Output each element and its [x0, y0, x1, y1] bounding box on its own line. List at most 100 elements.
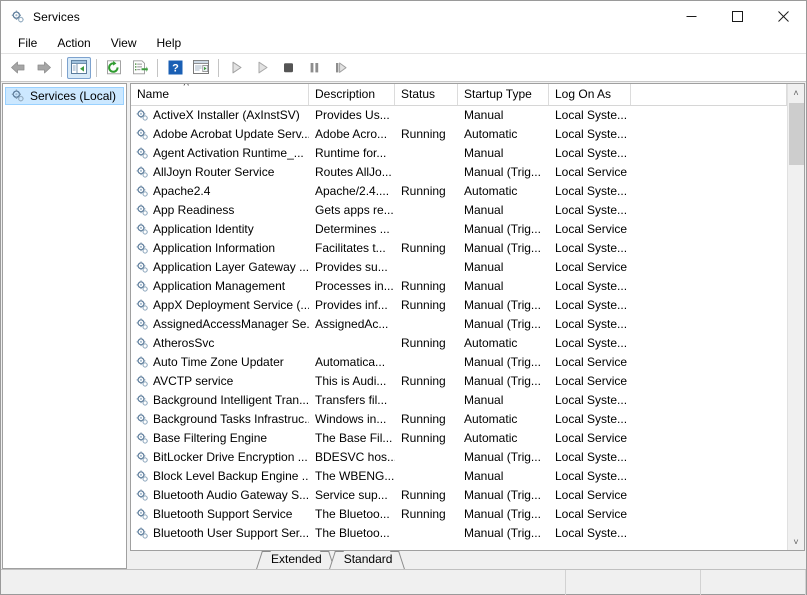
service-name-label: Bluetooth Audio Gateway S...	[153, 488, 309, 502]
services-list: Name ˄ Description Status Startup Type L…	[130, 83, 805, 551]
toolbar: ?	[1, 54, 806, 82]
refresh-button[interactable]	[102, 57, 126, 79]
service-gear-icon	[135, 450, 150, 465]
cell-startup-type: Automatic	[464, 412, 518, 426]
view-tabs: Extended Standard	[256, 551, 804, 569]
table-row[interactable]: Auto Time Zone Updater Automatica... Manua…	[131, 353, 787, 372]
table-row[interactable]: Bluetooth Support Service The Bluetoo... R…	[131, 505, 787, 524]
cell-log-on-as: Local Service	[555, 488, 628, 502]
cell-status: Running	[401, 374, 446, 388]
service-gear-icon	[135, 488, 150, 503]
table-row[interactable]: Application Identity Determines ... Manual…	[131, 220, 787, 239]
table-row[interactable]: Application Information Facilitates t... R…	[131, 239, 787, 258]
column-header-log-on-as[interactable]: Log On As	[549, 84, 631, 105]
cell-description: The Base Fil...	[315, 431, 393, 445]
scroll-down-arrow-icon[interactable]: ˅	[788, 533, 805, 550]
table-row[interactable]: Background Tasks Infrastruc... Windows in…	[131, 410, 787, 429]
table-row[interactable]: Application Layer Gateway ... Provides su…	[131, 258, 787, 277]
cell-name: Apache2.4	[131, 182, 309, 201]
resume-service-button[interactable]	[328, 57, 352, 79]
vertical-scrollbar[interactable]: ˄ ˅	[787, 84, 804, 550]
properties-button[interactable]	[189, 57, 213, 79]
cell-name: Application Identity	[131, 220, 309, 239]
cell-startup-type: Manual (Trig...	[464, 450, 541, 464]
tab-extended[interactable]: Extended	[256, 551, 335, 569]
table-row[interactable]: AssignedAccessManager Se... AssignedAc...…	[131, 315, 787, 334]
cell-log-on-as: Local Syste...	[555, 317, 628, 331]
cell-description: BDESVC hos...	[315, 450, 395, 464]
table-row[interactable]: Block Level Backup Engine ... The WBENG..…	[131, 467, 787, 486]
table-row[interactable]: App Readiness Gets apps re... Manual Local …	[131, 201, 787, 220]
scrollbar-thumb[interactable]	[788, 103, 804, 165]
tab-standard[interactable]: Standard	[328, 551, 406, 569]
table-row[interactable]: Background Intelligent Tran... Transfers …	[131, 391, 787, 410]
pause-service-button[interactable]	[302, 57, 326, 79]
table-row[interactable]: Apache2.4 Apache/2.4.... Running Automatic L…	[131, 182, 787, 201]
cell-startup-type: Manual (Trig...	[464, 298, 541, 312]
menu-bar: File Action View Help	[1, 32, 806, 54]
table-row[interactable]: ActiveX Installer (AxInstSV) Provides Us.…	[131, 106, 787, 125]
console-tree: Services (Local)	[2, 83, 127, 569]
restart-service-button[interactable]	[250, 57, 274, 79]
table-row[interactable]: AllJoyn Router Service Routes AllJo... Man…	[131, 163, 787, 182]
back-button[interactable]	[6, 57, 30, 79]
cell-description: The WBENG...	[315, 469, 395, 483]
table-row[interactable]: Agent Activation Runtime_... Runtime for.…	[131, 144, 787, 163]
column-header-startup-type[interactable]: Startup Type	[458, 84, 549, 105]
close-button[interactable]	[760, 1, 806, 32]
cell-log-on-as: Local Syste...	[555, 108, 628, 122]
sidebar-item-services-local[interactable]: Services (Local)	[5, 87, 124, 105]
table-row[interactable]: BitLocker Drive Encryption ... BDESVC hos…	[131, 448, 787, 467]
toolbar-separator	[61, 58, 62, 77]
table-row[interactable]: AVCTP service This is Audi... Running Manua…	[131, 372, 787, 391]
table-row[interactable]: Adobe Acrobat Update Serv... Adobe Acro..…	[131, 125, 787, 144]
svg-text:?: ?	[172, 63, 179, 75]
maximize-button[interactable]	[714, 1, 760, 32]
show-console-tree-button[interactable]	[67, 56, 91, 79]
column-header-name[interactable]: Name ˄	[131, 84, 309, 105]
menu-action[interactable]: Action	[47, 33, 100, 53]
cell-description: This is Audi...	[315, 374, 387, 388]
column-header-status[interactable]: Status	[395, 84, 458, 105]
table-row[interactable]: Base Filtering Engine The Base Fil... Runn…	[131, 429, 787, 448]
table-row[interactable]: Bluetooth User Support Ser... The Bluetoo…	[131, 524, 787, 543]
table-row[interactable]: Application Management Processes in... Run…	[131, 277, 787, 296]
scroll-up-arrow-icon[interactable]: ˄	[788, 84, 805, 101]
list-header: Name ˄ Description Status Startup Type L…	[131, 84, 787, 106]
menu-file[interactable]: File	[8, 33, 47, 53]
cell-startup-type: Manual	[464, 279, 504, 293]
cell-startup-type: Automatic	[464, 431, 518, 445]
cell-name: Background Intelligent Tran...	[131, 391, 309, 410]
cell-description: Provides inf...	[315, 298, 388, 312]
column-header-description[interactable]: Description	[309, 84, 395, 105]
stop-service-button[interactable]	[276, 57, 300, 79]
service-name-label: AllJoyn Router Service	[153, 165, 275, 179]
cell-name: Agent Activation Runtime_...	[131, 144, 309, 163]
service-name-label: Application Layer Gateway ...	[153, 260, 309, 274]
start-service-button[interactable]	[224, 57, 248, 79]
menu-view[interactable]: View	[101, 33, 147, 53]
cell-description: Provides Us...	[315, 108, 390, 122]
cell-status: Running	[401, 298, 446, 312]
table-row[interactable]: AppX Deployment Service (... Provides inf…	[131, 296, 787, 315]
cell-log-on-as: Local Service	[555, 260, 628, 274]
list-rows: ActiveX Installer (AxInstSV) Provides Us.…	[131, 106, 787, 550]
window-title: Services	[33, 9, 80, 24]
service-gear-icon	[135, 469, 150, 484]
service-gear-icon	[135, 336, 150, 351]
service-name-label: Application Identity	[153, 222, 254, 236]
services-gear-icon	[10, 9, 26, 25]
service-name-label: Adobe Acrobat Update Serv...	[153, 127, 309, 141]
table-row[interactable]: Bluetooth Audio Gateway S... Service sup.…	[131, 486, 787, 505]
scrollbar-track[interactable]	[788, 101, 805, 533]
help-button[interactable]: ?	[163, 57, 187, 79]
forward-button[interactable]	[32, 57, 56, 79]
table-row[interactable]: AtherosSvc Running Automatic Local Syste...	[131, 334, 787, 353]
menu-help[interactable]: Help	[147, 33, 192, 53]
cell-startup-type: Manual (Trig...	[464, 222, 541, 236]
minimize-button[interactable]	[668, 1, 714, 32]
service-gear-icon	[135, 241, 150, 256]
cell-startup-type: Manual	[464, 469, 504, 483]
services-window: Services File Action View Help ? Service…	[0, 0, 807, 595]
export-list-button[interactable]	[128, 57, 152, 79]
